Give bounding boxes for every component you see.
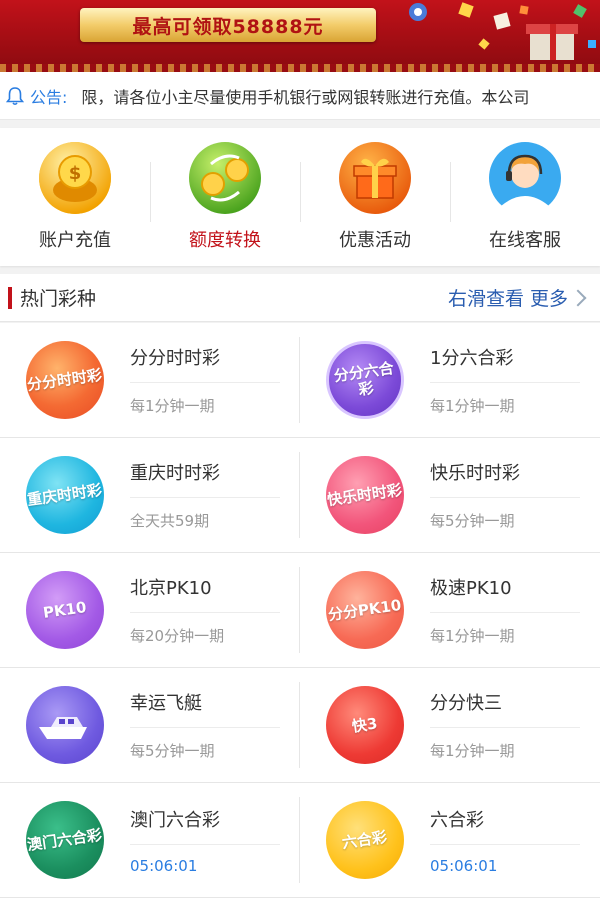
lottery-name: 1分六合彩 [430, 344, 580, 383]
lottery-item[interactable]: 分分时时彩 分分时时彩每1分钟一期 [0, 323, 300, 438]
lottery-badge-icon: 重庆时时彩 [26, 456, 104, 534]
lottery-name: 快乐时时彩 [430, 459, 580, 498]
lottery-schedule: 每5分钟一期 [130, 742, 215, 760]
quick-item-label: 账户充值 [39, 230, 111, 251]
lottery-badge-icon: 快乐时时彩 [326, 456, 404, 534]
chevron-right-icon[interactable] [569, 289, 587, 306]
lottery-schedule: 每1分钟一期 [430, 397, 515, 415]
lottery-badge-icon: 分分时时彩 [26, 341, 104, 419]
lottery-schedule: 每5分钟一期 [430, 512, 515, 530]
badge-text: 澳门六合彩 [26, 825, 104, 854]
lottery-schedule: 全天共59期 [130, 512, 210, 530]
lottery-name: 重庆时时彩 [130, 459, 280, 498]
lottery-name: 极速PK10 [430, 574, 580, 613]
lottery-item[interactable]: PK10 北京PK10 每20分钟一期 [0, 553, 300, 668]
quick-item-promotions[interactable]: 优惠活动 [300, 128, 450, 266]
lottery-badge-icon: 六合彩 [326, 801, 404, 879]
lottery-badge-icon: 澳门六合彩 [26, 801, 104, 879]
quick-item-transfer[interactable]: 额度转换 [150, 128, 300, 266]
svg-text:$: $ [69, 163, 82, 184]
promo-banner[interactable]: 最高可领取58888元 [0, 0, 600, 72]
lottery-item[interactable]: 快3 分分快三每1分钟一期 [300, 668, 600, 783]
lottery-grid: 分分时时彩 分分时时彩每1分钟一期 分分六合彩 1分六合彩每1分钟一期 重庆时时… [0, 323, 600, 898]
badge-text: 快3 [351, 714, 379, 736]
exchange-coins-icon [189, 142, 261, 214]
lottery-name: 六合彩 [430, 806, 580, 845]
bell-icon [6, 86, 24, 105]
lottery-item[interactable]: 快乐时时彩 快乐时时彩每5分钟一期 [300, 438, 600, 553]
badge-text: 六合彩 [341, 827, 389, 852]
quick-item-recharge[interactable]: $ 账户充值 [0, 128, 150, 266]
lottery-name: 幸运飞艇 [130, 689, 280, 728]
quick-item-label: 额度转换 [189, 230, 261, 251]
section-title: 热门彩种 [20, 288, 97, 310]
badge-text: 快乐时时彩 [326, 480, 404, 509]
announcement-label: 公告: [30, 87, 68, 107]
quick-item-support[interactable]: 在线客服 [450, 128, 600, 266]
quick-item-label: 优惠活动 [339, 230, 411, 251]
badge-text: 分分时时彩 [26, 365, 104, 394]
more-link[interactable]: 右滑查看 更多 [448, 284, 568, 311]
announcement-bar[interactable]: 公告: 限，请各位小主尽量使用手机银行或网银转账进行充值。本公司 [0, 72, 600, 120]
badge-text: PK10 [42, 597, 88, 622]
speedboat-shape [39, 717, 87, 739]
badge-text: 重庆时时彩 [26, 480, 104, 509]
badge-text: 分分PK10 [327, 595, 403, 624]
lottery-item[interactable]: 重庆时时彩 重庆时时彩全天共59期 [0, 438, 300, 553]
lottery-item[interactable]: 澳门六合彩 澳门六合彩 05:06:01 [0, 783, 300, 898]
announcement-text: 限，请各位小主尽量使用手机银行或网银转账进行充值。本公司 [81, 87, 530, 107]
lottery-item[interactable]: 分分六合彩 1分六合彩每1分钟一期 [300, 323, 600, 438]
lottery-item[interactable]: 幸运飞艇每5分钟一期 [0, 668, 300, 783]
lottery-countdown: 05:06:01 [130, 856, 198, 875]
speedboat-icon [26, 686, 104, 764]
piggy-bank-icon: $ [39, 142, 111, 214]
lottery-item[interactable]: 分分PK10 极速PK10 每1分钟一期 [300, 553, 600, 668]
lottery-badge-icon: 分分PK10 [326, 571, 404, 649]
lottery-schedule: 每20分钟一期 [130, 627, 225, 645]
gift-box-icon [339, 142, 411, 214]
lottery-badge-icon: 分分六合彩 [326, 341, 404, 419]
lottery-badge-icon: PK10 [26, 571, 104, 649]
lottery-badge-icon: 快3 [326, 686, 404, 764]
gift-decoration-icon [409, 2, 596, 60]
customer-service-icon [489, 142, 561, 216]
banner-headline: 最高可领取58888元 [80, 8, 376, 42]
section-accent-bar [8, 286, 12, 309]
lottery-countdown: 05:06:01 [430, 856, 498, 875]
hot-lottery-header: 热门彩种 右滑查看 更多 [0, 274, 600, 322]
lottery-name: 澳门六合彩 [130, 806, 280, 845]
quick-menu: $ 账户充值 额度转换 优惠活动 在线客服 [0, 128, 600, 266]
lottery-schedule: 每1分钟一期 [130, 397, 215, 415]
lottery-name: 分分时时彩 [130, 344, 280, 383]
badge-text: 分分六合彩 [332, 358, 395, 398]
banner-fringe [0, 64, 600, 72]
lottery-item[interactable]: 六合彩 六合彩 05:06:01 [300, 783, 600, 898]
lottery-schedule: 每1分钟一期 [430, 742, 515, 760]
lottery-schedule: 每1分钟一期 [430, 627, 515, 645]
lottery-name: 分分快三 [430, 689, 580, 728]
quick-item-label: 在线客服 [489, 230, 561, 251]
lottery-name: 北京PK10 [130, 574, 280, 613]
